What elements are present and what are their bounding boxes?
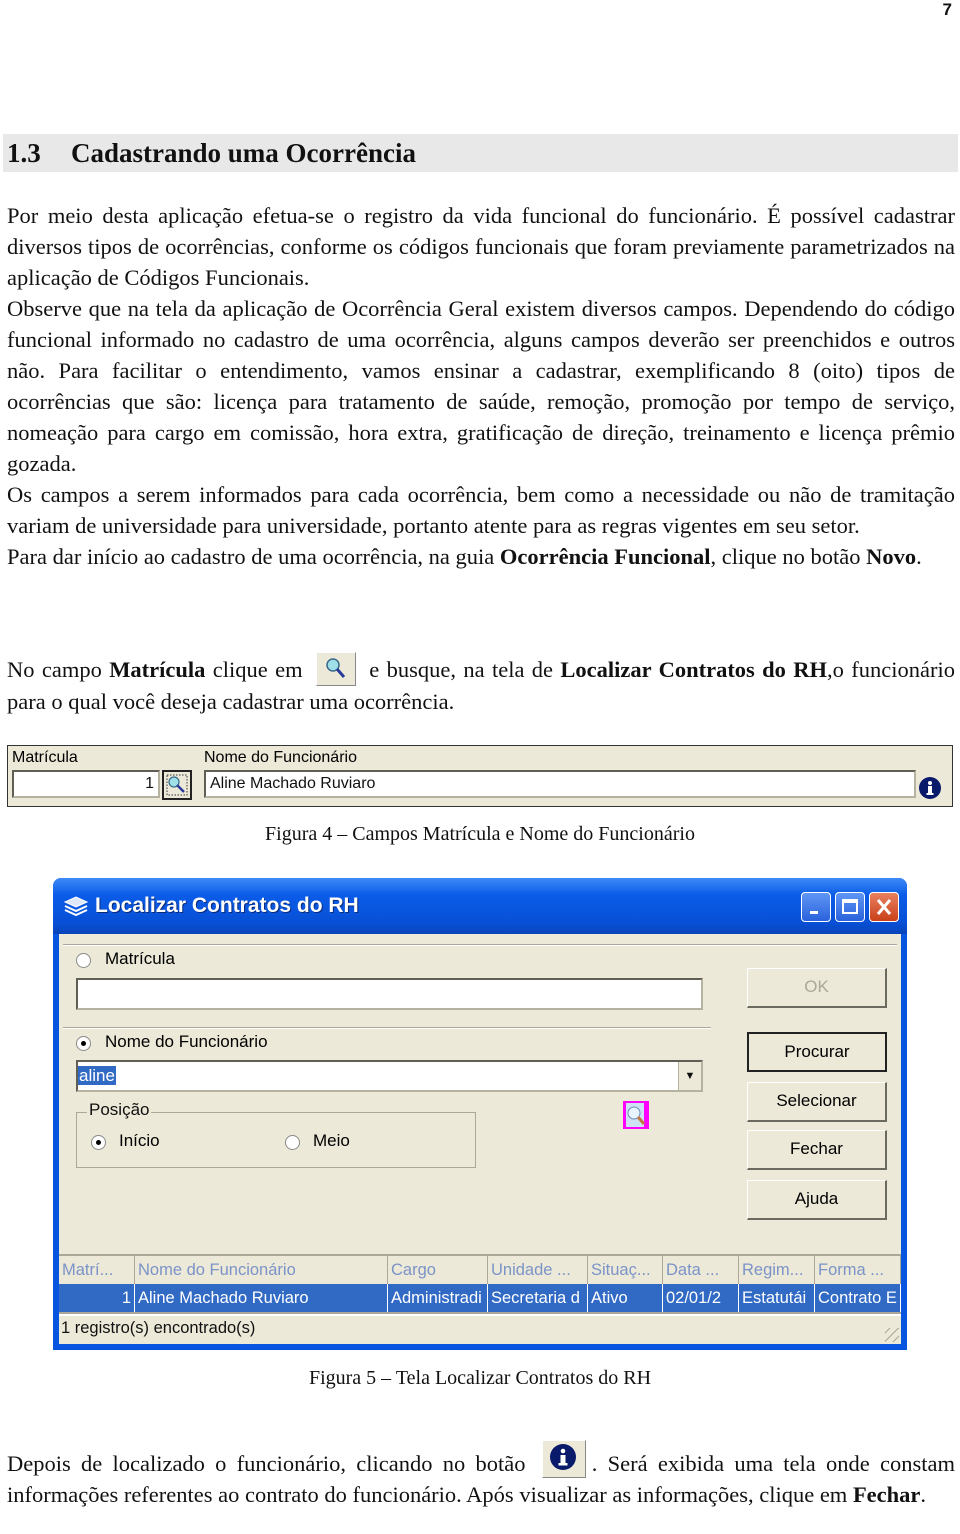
guia-name: Ocorrência Funcional (499, 544, 711, 569)
localizar-contratos-window: Localizar Contratos do RH Matrícula OK N… (53, 878, 907, 1350)
matricula-input[interactable] (76, 978, 703, 1010)
cell-nome: Aline Machado Ruviaro (135, 1284, 388, 1312)
ok-button[interactable]: OK (747, 968, 887, 1008)
cell-cargo: Administradi (388, 1284, 488, 1312)
maximize-icon (842, 899, 858, 914)
paragraph-novo: Para dar início ao cadastro de uma ocorr… (7, 541, 955, 572)
magnifier-icon (326, 658, 346, 678)
search-button-illustration (315, 652, 356, 686)
button-name: Novo (866, 544, 917, 569)
text: e busque, na tela de (361, 657, 561, 682)
posicao-groupbox: Posição Início Meio (76, 1100, 476, 1168)
section-number: 1.3 (7, 138, 41, 168)
window-client-area: Matrícula OK Nome do Funcionário aline ▼… (59, 934, 901, 1344)
advanced-search-button[interactable] (623, 1101, 649, 1134)
procurar-button[interactable]: Procurar (747, 1032, 887, 1072)
divider (63, 1027, 711, 1029)
matricula-search-button[interactable] (162, 770, 192, 800)
matricula-label: Matrícula (12, 749, 78, 766)
maximize-button[interactable] (835, 892, 865, 922)
resize-grip[interactable] (885, 1328, 899, 1342)
text: . (916, 544, 922, 569)
column-header[interactable]: Situaç... (588, 1256, 663, 1284)
minimize-button[interactable] (801, 892, 831, 922)
radio-matricula-label: Matrícula (105, 949, 175, 968)
body-text-top: Por meio desta aplicação efetua-se o reg… (7, 200, 955, 572)
column-header[interactable]: Regim... (739, 1256, 815, 1284)
nome-field[interactable]: Aline Machado Ruviaro (204, 770, 916, 798)
column-header[interactable]: Forma ... (815, 1256, 901, 1284)
grid-header: Matrí... Nome do Funcionário Cargo Unida… (59, 1256, 901, 1284)
text: Depois de localizado o funcionário, clic… (7, 1451, 536, 1476)
column-header[interactable]: Nome do Funcionário (135, 1256, 388, 1284)
screen-name: Localizar Contratos do RH (560, 657, 828, 682)
figure-5-caption: Figura 5 – Tela Localizar Contratos do R… (308, 1367, 652, 1389)
magnifier-icon (166, 774, 188, 796)
cell-regime: Estatutái (739, 1284, 815, 1312)
paragraph-intro: Por meio desta aplicação efetua-se o reg… (7, 203, 955, 290)
paragraph-regras: Os campos a serem informados para cada o… (7, 482, 955, 538)
info-icon (919, 777, 941, 799)
radio-meio[interactable] (285, 1135, 300, 1150)
figure-4-caption: Figura 4 – Campos Matrícula e Nome do Fu… (265, 823, 695, 845)
window-title: Localizar Contratos do RH (95, 894, 359, 917)
status-text: 1 registro(s) encontrado(s) (61, 1319, 256, 1337)
column-header[interactable]: Cargo (388, 1256, 488, 1284)
text: No campo (7, 657, 110, 682)
section-title: Cadastrando uma Ocorrência (71, 138, 416, 168)
radio-inicio-label: Início (119, 1131, 160, 1150)
divider (63, 944, 897, 946)
cell-data: 02/01/2 (663, 1284, 739, 1312)
text: . (920, 1482, 927, 1507)
page-number: 7 (942, 0, 952, 19)
status-bar: 1 registro(s) encontrado(s) (59, 1312, 901, 1344)
info-icon (549, 1444, 576, 1470)
text: , clique no botão (710, 544, 867, 569)
cell-situacao: Ativo (588, 1284, 663, 1312)
paragraph-campos: Observe que na tela da aplicação de Ocor… (7, 296, 955, 476)
paragraph-matricula: No campo Matrícula clique em e busque, n… (7, 652, 955, 717)
paragraph-info-text: Depois de localizado o funcionário, clic… (7, 1440, 955, 1510)
column-header[interactable]: Unidade ... (488, 1256, 588, 1284)
info-button[interactable] (918, 776, 942, 805)
radio-meio-label: Meio (313, 1131, 350, 1150)
dropdown-arrow-icon[interactable]: ▼ (678, 1062, 701, 1090)
nome-label: Nome do Funcionário (204, 749, 357, 766)
radio-nome-funcionario[interactable] (76, 1036, 91, 1051)
close-button[interactable] (869, 892, 899, 922)
column-header[interactable]: Matrí... (59, 1256, 135, 1284)
app-stack-icon (63, 894, 89, 923)
cell-unidade: Secretaria d (488, 1284, 588, 1312)
paragraph-matricula-text: No campo Matrícula clique em e busque, n… (7, 652, 955, 717)
radio-nome-label: Nome do Funcionário (105, 1032, 268, 1051)
field-name: Matrícula (109, 657, 206, 682)
button-name: Fechar (852, 1482, 921, 1507)
section-heading: 1.3 Cadastrando uma Ocorrência (3, 134, 958, 172)
radio-inicio[interactable] (91, 1135, 106, 1150)
title-bar[interactable]: Localizar Contratos do RH (53, 878, 907, 934)
results-grid: Matrí... Nome do Funcionário Cargo Unida… (59, 1254, 901, 1316)
info-button-illustration (541, 1440, 586, 1478)
selecionar-button[interactable]: Selecionar (747, 1082, 887, 1122)
text: clique em (205, 657, 310, 682)
posicao-title: Posição (87, 1100, 152, 1120)
column-header[interactable]: Data ... (663, 1256, 739, 1284)
close-icon (876, 899, 892, 915)
fechar-button[interactable]: Fechar (747, 1130, 887, 1170)
ajuda-button[interactable]: Ajuda (747, 1180, 887, 1220)
table-row[interactable]: 1 Aline Machado Ruviaro Administradi Sec… (59, 1284, 901, 1312)
minimize-icon (810, 911, 818, 914)
radio-matricula[interactable] (76, 953, 91, 968)
figure-4-fields: Matrícula 1 Nome do Funcionário Aline Ma… (7, 745, 953, 807)
search-document-icon (623, 1101, 649, 1129)
cell-matricula: 1 (59, 1284, 135, 1312)
cell-forma: Contrato E (815, 1284, 901, 1312)
nome-combobox[interactable]: aline ▼ (76, 1060, 703, 1092)
text: Para dar início ao cadastro de uma ocorr… (7, 544, 500, 569)
matricula-field[interactable]: 1 (12, 770, 160, 798)
paragraph-info: Depois de localizado o funcionário, clic… (7, 1440, 955, 1510)
nome-input-value: aline (78, 1066, 116, 1085)
